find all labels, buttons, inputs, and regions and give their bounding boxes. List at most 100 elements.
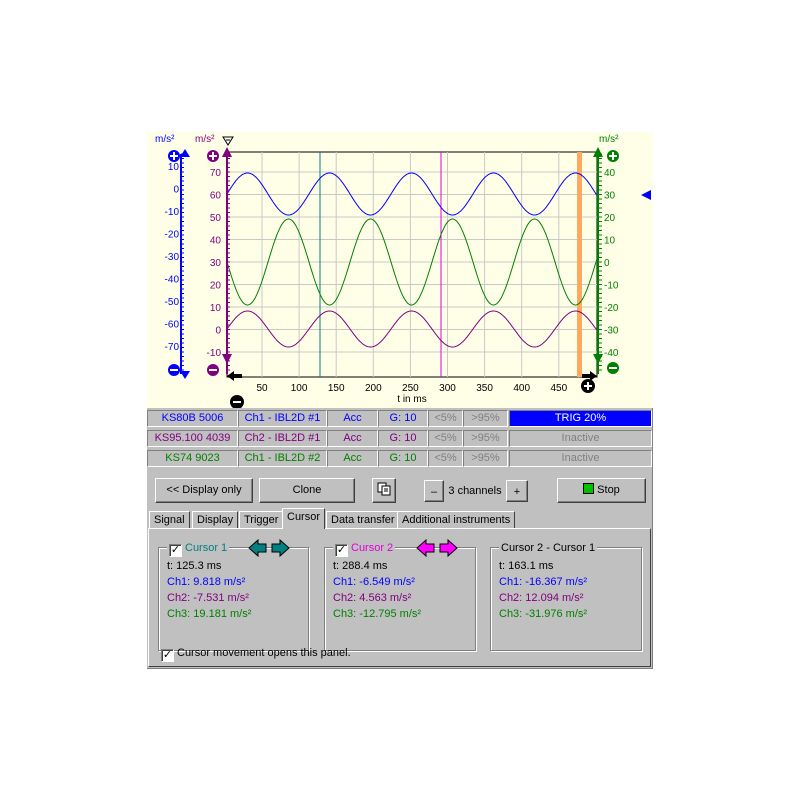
plot-area[interactable] bbox=[226, 151, 598, 378]
scope-display[interactable]: m/s² m/s² m/s² 10 0 -10 -20 -30 -40 -50 -60 -70 … bbox=[147, 132, 653, 408]
mid-tick-label: -10 bbox=[207, 348, 222, 359]
mid-tick-label: 40 bbox=[210, 236, 222, 247]
right-axis-tick-labels: 40 30 20 10 0 -10 -20 -30 -40 bbox=[604, 168, 619, 359]
channel-row-1[interactable]: KS80B 5006 Ch1 - IBL2D #1 Acc G: 10 <5% … bbox=[147, 410, 653, 427]
tab-signal[interactable]: Signal bbox=[149, 511, 190, 528]
open-panel-checkbox[interactable]: ✓ bbox=[161, 649, 174, 662]
cursor-1-ch1: Ch1: 9.818 m/s² bbox=[167, 576, 246, 588]
ch1-input[interactable]: Ch1 - IBL2D #1 bbox=[238, 410, 327, 427]
cursor-1-title[interactable]: ✓ Cursor 1 bbox=[167, 541, 230, 557]
ch2-trigger-status[interactable]: Inactive bbox=[509, 430, 652, 447]
ch2-mode[interactable]: Acc bbox=[327, 430, 378, 447]
ch2-zoom-out-icon[interactable] bbox=[207, 364, 219, 376]
cursor-1-ch2: Ch2: -7.531 m/s² bbox=[167, 592, 249, 604]
cursor-2-right-arrow-icon bbox=[439, 538, 458, 558]
cursor-difference-ch3: Ch3: -31.976 m/s² bbox=[499, 608, 588, 620]
cursor-1-checkbox[interactable]: ✓ bbox=[169, 544, 182, 557]
right-tick-label: 30 bbox=[604, 191, 616, 202]
ch1-zoom-out-icon[interactable] bbox=[168, 364, 180, 376]
tab-data-transfer[interactable]: Data transfer bbox=[326, 511, 400, 528]
left-tick-label: 10 bbox=[168, 162, 180, 173]
ch3-zoom-out-icon[interactable] bbox=[607, 362, 619, 374]
mid-tick-label: 10 bbox=[210, 303, 222, 314]
cursor-2-ch1: Ch1: -6.549 m/s² bbox=[333, 576, 415, 588]
cursor-2-title[interactable]: ✓ Cursor 2 bbox=[333, 541, 396, 557]
stop-icon bbox=[583, 483, 595, 494]
ch2-low-limit[interactable]: <5% bbox=[428, 430, 463, 447]
cursor-1-time: t: 125.3 ms bbox=[167, 560, 222, 572]
right-tick-label: -40 bbox=[604, 348, 619, 359]
clone-button[interactable]: Clone bbox=[259, 478, 355, 503]
ch1-gain[interactable]: G: 10 bbox=[378, 410, 428, 427]
ch2-high-limit[interactable]: >95% bbox=[463, 430, 508, 447]
ch3-high-limit[interactable]: >95% bbox=[463, 450, 508, 467]
mid-axis-unit: m/s² bbox=[195, 134, 215, 145]
channel-row-2[interactable]: KS95.100 4039 Ch2 - IBL2D #1 Acc G: 10 <… bbox=[147, 430, 653, 447]
ch2-sensor[interactable]: KS95.100 4039 bbox=[147, 430, 238, 447]
copy-button[interactable] bbox=[372, 478, 396, 503]
tab-additional-instruments[interactable]: Additional instruments bbox=[397, 511, 516, 528]
channel-count: 3 channels bbox=[448, 485, 502, 497]
right-axis-unit: m/s² bbox=[599, 134, 619, 145]
open-panel-option[interactable]: ✓ Cursor movement opens this panel. bbox=[161, 646, 351, 662]
cursor-1-group: ✓ Cursor 1 t: 125.3 ms Ch1: 9.818 m/s² Ch… bbox=[158, 538, 309, 651]
ch3-sensor[interactable]: KS74 9023 bbox=[147, 450, 238, 467]
stop-button[interactable]: Stop bbox=[557, 478, 646, 503]
mid-tick-label: 0 bbox=[215, 326, 221, 337]
left-tick-label: -20 bbox=[165, 230, 180, 241]
tab-cursor[interactable]: Cursor bbox=[282, 508, 326, 529]
trigger-time-icon[interactable] bbox=[222, 136, 234, 146]
time-zoom-in-icon[interactable] bbox=[581, 379, 595, 393]
right-tick-label: 0 bbox=[604, 258, 610, 269]
cursor-1-right-arrow-icon bbox=[271, 538, 290, 558]
tab-trigger[interactable]: Trigger bbox=[239, 511, 284, 528]
ch3-low-limit[interactable]: <5% bbox=[428, 450, 463, 467]
cursor-1-label: Cursor 1 bbox=[185, 542, 228, 554]
cursor-2-left-arrow-icon bbox=[416, 538, 435, 558]
x-tick-label: 200 bbox=[365, 383, 382, 394]
ch3-gain[interactable]: G: 10 bbox=[378, 450, 428, 467]
x-tick-label: 250 bbox=[402, 383, 419, 394]
ch3-trigger-status[interactable]: Inactive bbox=[509, 450, 652, 467]
trigger-level-icon[interactable] bbox=[641, 190, 651, 200]
mid-tick-label: 60 bbox=[210, 191, 222, 202]
x-axis-label: t in ms bbox=[397, 394, 426, 405]
copy-icon bbox=[377, 482, 391, 496]
add-channel-button[interactable]: + bbox=[506, 480, 528, 502]
trigger-marker[interactable] bbox=[577, 152, 582, 377]
cursor-2-move-icons[interactable] bbox=[415, 538, 459, 558]
ch1-high-limit[interactable]: >95% bbox=[463, 410, 508, 427]
ch3-mode[interactable]: Acc bbox=[327, 450, 378, 467]
time-zoom-out-icon[interactable] bbox=[230, 395, 244, 408]
ch1-trigger-status[interactable]: TRIG 20% bbox=[509, 410, 652, 427]
ch1-zoom-in-icon[interactable] bbox=[168, 150, 180, 162]
cursor-1-move-icons[interactable] bbox=[247, 538, 291, 558]
ch1-low-limit[interactable]: <5% bbox=[428, 410, 463, 427]
ch2-gain[interactable]: G: 10 bbox=[378, 430, 428, 447]
display-only-button[interactable]: << Display only bbox=[155, 478, 253, 503]
ch3-zoom-in-icon[interactable] bbox=[607, 150, 619, 162]
ch1-mode[interactable]: Acc bbox=[327, 410, 378, 427]
left-tick-label: -50 bbox=[165, 297, 180, 308]
tab-display[interactable]: Display bbox=[192, 511, 239, 528]
ch1-arrow-up-icon[interactable] bbox=[180, 149, 190, 157]
left-tick-label: -70 bbox=[165, 342, 180, 353]
x-tick-label: 300 bbox=[439, 383, 456, 394]
scope-svg[interactable]: m/s² m/s² m/s² 100-10-20-30-40-50-60-70 … bbox=[147, 132, 653, 408]
right-tick-label: -20 bbox=[604, 303, 619, 314]
cursor-difference-ch1: Ch1: -16.367 m/s² bbox=[499, 576, 588, 588]
cursor-2-ch2: Ch2: 4.563 m/s² bbox=[333, 592, 412, 604]
mid-tick-label: 50 bbox=[210, 213, 222, 224]
remove-channel-button[interactable]: – bbox=[424, 480, 444, 502]
cursor-difference-title: Cursor 2 - Cursor 1 bbox=[499, 541, 598, 555]
ch1-arrow-down-icon[interactable] bbox=[180, 371, 190, 379]
ch2-zoom-in-icon[interactable] bbox=[207, 150, 219, 162]
ch1-sensor[interactable]: KS80B 5006 bbox=[147, 410, 238, 427]
ch3-input[interactable]: Ch1 - IBL2D #2 bbox=[238, 450, 327, 467]
cursor-difference-time: t: 163.1 ms bbox=[499, 560, 554, 572]
mid-tick-label: 70 bbox=[210, 168, 222, 179]
channel-row-3[interactable]: KS74 9023 Ch1 - IBL2D #2 Acc G: 10 <5% >… bbox=[147, 450, 653, 467]
cursor-2-checkbox[interactable]: ✓ bbox=[335, 544, 348, 557]
right-tick-label: 20 bbox=[604, 213, 616, 224]
ch2-input[interactable]: Ch2 - IBL2D #1 bbox=[238, 430, 327, 447]
